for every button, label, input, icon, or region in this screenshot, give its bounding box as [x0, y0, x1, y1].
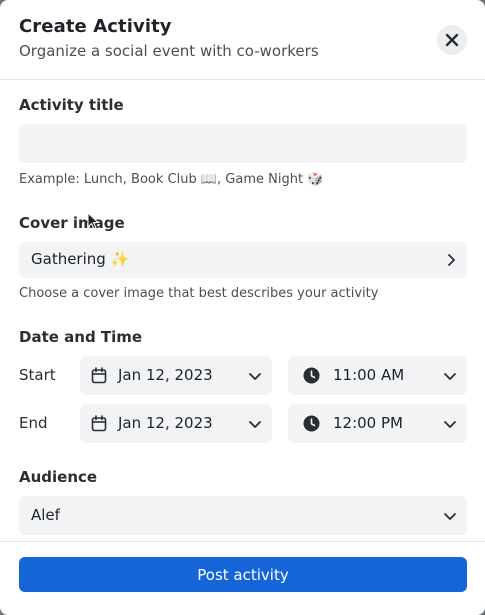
chevron-right-icon	[448, 254, 455, 266]
end-date-value: Jan 12, 2023	[118, 414, 213, 432]
calendar-icon	[91, 415, 107, 432]
chevron-down-icon	[444, 373, 456, 380]
calendar-icon	[91, 367, 107, 384]
close-icon	[445, 33, 459, 47]
footer-divider	[0, 541, 485, 542]
cover-image-selector[interactable]: Gathering ✨	[19, 242, 467, 278]
clock-icon	[303, 415, 320, 432]
chevron-down-icon	[249, 373, 261, 380]
start-label: Start	[19, 366, 56, 384]
dialog-header: Create Activity Organize a social event …	[0, 0, 485, 80]
post-activity-button[interactable]: Post activity	[19, 557, 467, 592]
audience-label: Audience	[19, 468, 98, 486]
start-time-value: 11:00 AM	[333, 366, 405, 384]
chevron-down-icon	[444, 421, 456, 428]
audience-select[interactable]: Alef	[19, 496, 467, 535]
clock-icon	[303, 367, 320, 384]
mouse-cursor-icon	[87, 212, 99, 230]
create-activity-dialog: Create Activity Organize a social event …	[0, 0, 485, 615]
end-time-value: 12:00 PM	[333, 414, 403, 432]
end-date-select[interactable]: Jan 12, 2023	[80, 404, 272, 443]
dialog-subtitle: Organize a social event with co-workers	[19, 42, 319, 60]
start-date-select[interactable]: Jan 12, 2023	[80, 356, 272, 395]
chevron-down-icon	[249, 421, 261, 428]
activity-title-field[interactable]	[19, 124, 467, 163]
activity-title-label: Activity title	[19, 96, 124, 114]
date-time-label: Date and Time	[19, 328, 143, 346]
cover-image-label: Cover image	[19, 214, 125, 232]
cover-image-hint: Choose a cover image that best describes…	[19, 286, 379, 301]
cover-image-value: Gathering ✨	[31, 250, 130, 268]
activity-title-hint: Example: Lunch, Book Club 📖, Game Night …	[19, 172, 324, 187]
start-date-value: Jan 12, 2023	[118, 366, 213, 384]
dialog-title: Create Activity	[19, 16, 172, 37]
activity-title-input[interactable]	[19, 124, 467, 163]
chevron-down-icon	[444, 513, 456, 520]
end-label: End	[19, 414, 48, 432]
end-time-select[interactable]: 12:00 PM	[288, 404, 467, 443]
close-button[interactable]	[437, 25, 467, 55]
start-time-select[interactable]: 11:00 AM	[288, 356, 467, 395]
audience-value: Alef	[31, 506, 60, 524]
